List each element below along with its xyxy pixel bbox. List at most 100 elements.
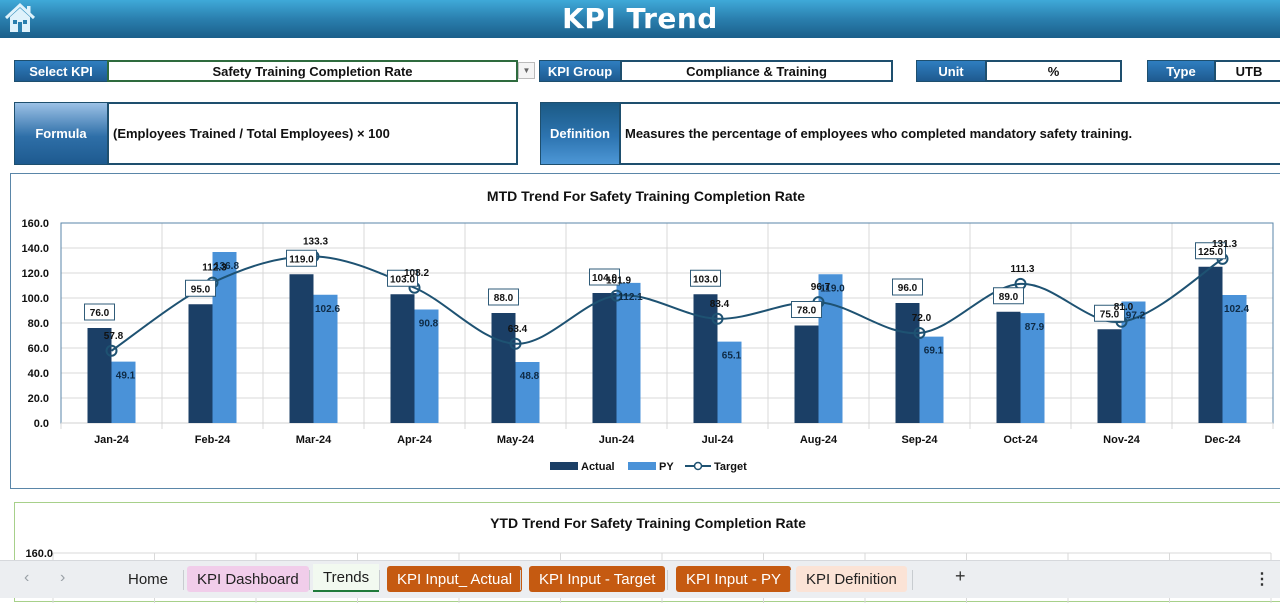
sheet-tab-bar: ‹ › Home KPI Dashboard Trends KPI Input_ Ac… — [0, 560, 1280, 598]
next-sheet-icon[interactable]: › — [60, 569, 65, 587]
x-tick-label: Jun-24 — [599, 434, 635, 446]
mtd-chart-plot: 0.0 20.0 40.0 60.0 80.0 100.0 120.0 140.0 160.0 J… — [21, 218, 1274, 473]
data-label-py: 87.9 — [1025, 322, 1045, 333]
legend-swatch-target-marker — [693, 461, 703, 471]
tab-separator — [520, 570, 521, 590]
data-label-py: 102.6 — [315, 304, 340, 315]
data-label-actual: 89.0 — [999, 292, 1019, 303]
data-label-py: 102.4 — [1224, 304, 1249, 315]
data-label-target: 131.3 — [1212, 239, 1237, 250]
unit-value: % — [985, 60, 1122, 82]
mtd-chart: MTD Trend For Safety Training Completion… — [10, 173, 1280, 489]
x-tick-label: Dec-24 — [1204, 434, 1241, 446]
formula-label: Formula — [14, 102, 108, 165]
tab-separator — [912, 570, 913, 590]
x-tick-label: Aug-24 — [800, 434, 838, 446]
x-tick-label: Mar-24 — [296, 434, 332, 446]
sheet-tab-kpi-dashboard[interactable]: KPI Dashboard — [187, 566, 309, 592]
data-label-actual: 103.0 — [693, 274, 718, 285]
data-label-actual: 78.0 — [797, 306, 817, 317]
y-tick-label: 20.0 — [28, 393, 49, 405]
y-tick-label: 0.0 — [34, 418, 49, 430]
select-kpi-dropdown[interactable]: Safety Training Completion Rate — [107, 60, 518, 82]
dropdown-arrow-icon[interactable]: ▼ — [518, 62, 535, 79]
y-tick-label: 80.0 — [28, 318, 49, 330]
y-tick-label: 40.0 — [28, 368, 49, 380]
bar-actual — [188, 304, 213, 423]
x-tick-label: Feb-24 — [195, 434, 231, 446]
y-tick-label: 140.0 — [21, 243, 49, 255]
bar-actual — [794, 325, 819, 423]
data-label-py: 90.8 — [419, 319, 439, 330]
tab-separator — [379, 570, 380, 590]
kpi-group-value: Compliance & Training — [620, 60, 893, 82]
sheet-tab-kpi-input-actual[interactable]: KPI Input_ Actual — [387, 566, 523, 592]
sheet-tab-kpi-input-target[interactable]: KPI Input - Target — [529, 566, 666, 592]
y-tick-label: 120.0 — [21, 268, 49, 280]
legend-label-py: PY — [659, 461, 674, 473]
bar-actual — [1198, 266, 1223, 423]
tab-separator — [183, 570, 184, 590]
formula-value: (Employees Trained / Total Employees) × … — [107, 102, 518, 165]
bar-actual — [592, 293, 617, 423]
legend-label-target: Target — [714, 461, 747, 473]
data-label-target: 57.8 — [104, 331, 124, 342]
data-label-target: 101.9 — [606, 276, 631, 287]
tab-separator — [667, 570, 668, 590]
kpi-group-label: KPI Group — [539, 60, 621, 82]
data-label-py: 49.1 — [116, 371, 136, 382]
legend-swatch-py — [628, 462, 656, 470]
type-label: Type — [1147, 60, 1215, 82]
data-label-actual: 88.0 — [494, 293, 514, 304]
bar-actual — [1097, 329, 1122, 423]
definition-value: Measures the percentage of employees who… — [619, 102, 1280, 165]
bar-py — [818, 274, 843, 423]
definition-label: Definition — [540, 102, 620, 165]
data-label-py: 112.1 — [618, 292, 643, 303]
x-tick-label: Oct-24 — [1003, 434, 1038, 446]
bar-actual — [693, 294, 718, 423]
type-value: UTB — [1214, 60, 1280, 82]
x-tick-label: May-24 — [497, 434, 535, 446]
data-label-actual: 119.0 — [289, 254, 314, 265]
data-label-py: 69.1 — [924, 346, 944, 357]
bar-actual — [87, 328, 112, 423]
data-label-py: 65.1 — [722, 351, 742, 362]
data-label-target: 112.3 — [202, 263, 227, 274]
bar-actual — [390, 294, 415, 423]
prev-sheet-icon[interactable]: ‹ — [24, 569, 29, 587]
x-tick-label: Jan-24 — [94, 434, 130, 446]
sheet-tab-trends[interactable]: Trends — [313, 564, 380, 592]
x-tick-label: Apr-24 — [397, 434, 433, 446]
legend-swatch-actual — [550, 462, 578, 470]
x-tick-label: Jul-24 — [702, 434, 735, 446]
sheet-tab-home[interactable]: Home — [118, 566, 178, 592]
header-bar: KPI Trend — [0, 0, 1280, 38]
y-tick-label: 100.0 — [21, 293, 49, 305]
y-tick-label: 60.0 — [28, 343, 49, 355]
sheet-tab-kpi-input-py[interactable]: KPI Input - PY — [676, 566, 792, 592]
data-label-target: 63.4 — [508, 324, 528, 335]
select-kpi-label: Select KPI — [14, 60, 108, 82]
more-options-icon[interactable]: ⋮ — [1254, 569, 1270, 589]
sheet-tab-kpi-definition[interactable]: KPI Definition — [796, 566, 907, 592]
data-label-target: 133.3 — [303, 236, 328, 247]
data-label-target: 81.0 — [1114, 302, 1134, 313]
y-tick-label: 160.0 — [21, 218, 49, 230]
add-sheet-icon[interactable]: + — [955, 566, 966, 587]
y-tick-label: 160.0 — [25, 548, 53, 560]
bar-actual — [996, 311, 1021, 423]
tab-separator — [790, 570, 791, 590]
data-label-target: 108.2 — [404, 268, 429, 279]
data-label-actual: 76.0 — [90, 308, 110, 319]
bar-py — [616, 282, 641, 423]
page-title: KPI Trend — [562, 2, 718, 35]
unit-label: Unit — [916, 60, 986, 82]
x-tick-label: Sep-24 — [901, 434, 938, 446]
tab-separator — [309, 570, 310, 590]
data-label-actual: 95.0 — [191, 284, 211, 295]
data-label-py: 48.8 — [520, 371, 540, 382]
legend-label-actual: Actual — [581, 461, 615, 473]
data-label-target: 83.4 — [710, 299, 730, 310]
data-label-target: 72.0 — [912, 313, 932, 324]
